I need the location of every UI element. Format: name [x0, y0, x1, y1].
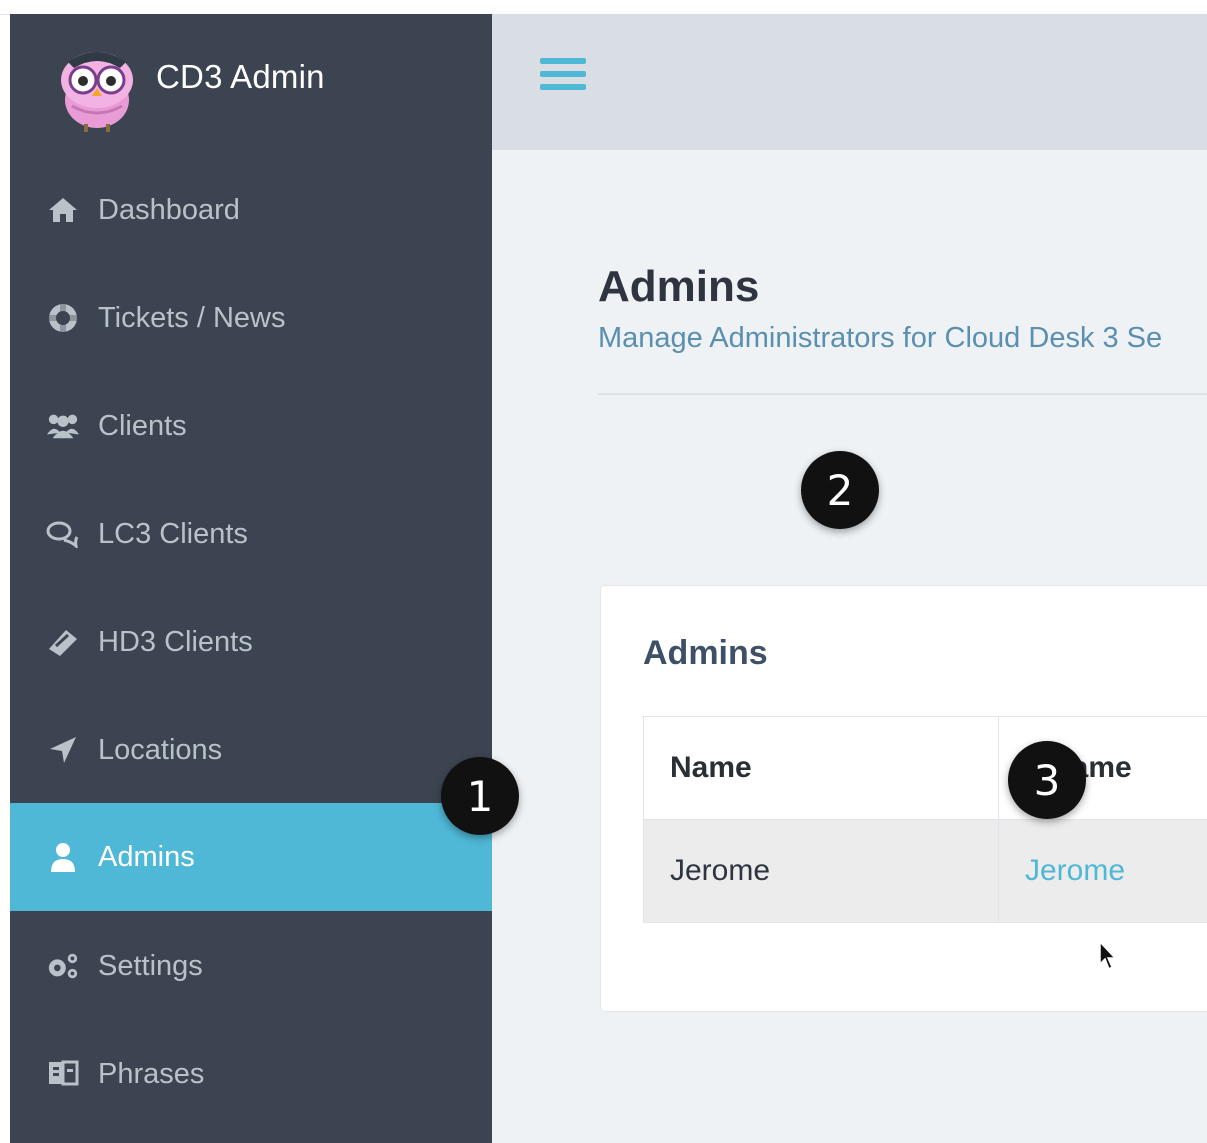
brand-title: CD3 Admin — [156, 58, 325, 95]
top-header — [492, 14, 1207, 150]
sidebar-item-clients[interactable]: Clients — [10, 372, 492, 480]
table-row: Jerome Jerome — [643, 819, 1207, 923]
sidebar-item-admins[interactable]: Admins — [10, 803, 492, 911]
table-header-row: Name ername — [643, 716, 1207, 820]
chat-bubbles-icon — [46, 517, 80, 551]
sidebar-item-label: Admins — [98, 840, 195, 873]
gears-icon — [46, 949, 80, 983]
sidebar-item-label: Locations — [98, 733, 223, 766]
callout-badge-1: 1 — [441, 757, 519, 835]
sidebar-item-settings[interactable]: Settings — [10, 912, 492, 1020]
sidebar-item-hd3-clients[interactable]: HD3 Clients — [10, 588, 492, 696]
window-top-strip — [0, 0, 1207, 15]
admins-table: Name ername Jerome Jerome — [643, 716, 1207, 923]
card-title: Admins — [643, 634, 768, 672]
username-link[interactable]: Jerome — [1025, 854, 1125, 887]
mouse-pointer-icon — [1099, 940, 1117, 971]
translate-book-icon — [46, 1057, 80, 1091]
life-ring-icon — [46, 301, 80, 335]
sidebar-item-label: HD3 Clients — [98, 625, 253, 658]
sidebar-item-label: LC3 Clients — [98, 517, 248, 550]
callout-badge-3: 3 — [1008, 741, 1086, 819]
sidebar-item-label: Phrases — [98, 1057, 205, 1090]
page-title: Admins — [598, 262, 760, 311]
callout-badge-2: 2 — [801, 451, 879, 529]
user-icon — [46, 840, 80, 874]
sidebar-item-locations[interactable]: Locations — [10, 696, 492, 804]
cell-username: Jerome — [998, 819, 1207, 923]
sidebar-item-dashboard[interactable]: Dashboard — [10, 156, 492, 264]
sidebar-item-label: Settings — [98, 949, 203, 982]
main-content: Admins Manage Administrators for Cloud D… — [492, 150, 1207, 1143]
cell-name: Jerome — [643, 819, 999, 923]
sidebar-item-label: Dashboard — [98, 193, 240, 226]
sidebar-item-lc3-clients[interactable]: LC3 Clients — [10, 480, 492, 588]
column-header-name[interactable]: Name — [643, 716, 999, 820]
location-arrow-icon — [46, 733, 80, 767]
sidebar-item-label: Clients — [98, 409, 187, 442]
brand[interactable]: CD3 Admin — [10, 14, 492, 150]
sidebar-item-label: Tickets / News — [98, 301, 286, 334]
sidebar-item-tickets-news[interactable]: Tickets / News — [10, 264, 492, 372]
home-icon — [46, 193, 80, 227]
app-frame: CD3 Admin Dashboard Tickets / News Clien… — [10, 14, 1207, 1143]
users-icon — [46, 409, 80, 443]
owl-logo-icon — [61, 52, 133, 132]
menu-toggle-icon[interactable] — [540, 58, 586, 98]
sidebar-item-phrases[interactable]: Phrases — [10, 1020, 492, 1128]
sidebar: CD3 Admin Dashboard Tickets / News Clien… — [10, 14, 492, 1143]
page-subtitle: Manage Administrators for Cloud Desk 3 S… — [598, 322, 1163, 354]
ticket-icon — [46, 625, 80, 659]
header-divider — [598, 393, 1207, 395]
